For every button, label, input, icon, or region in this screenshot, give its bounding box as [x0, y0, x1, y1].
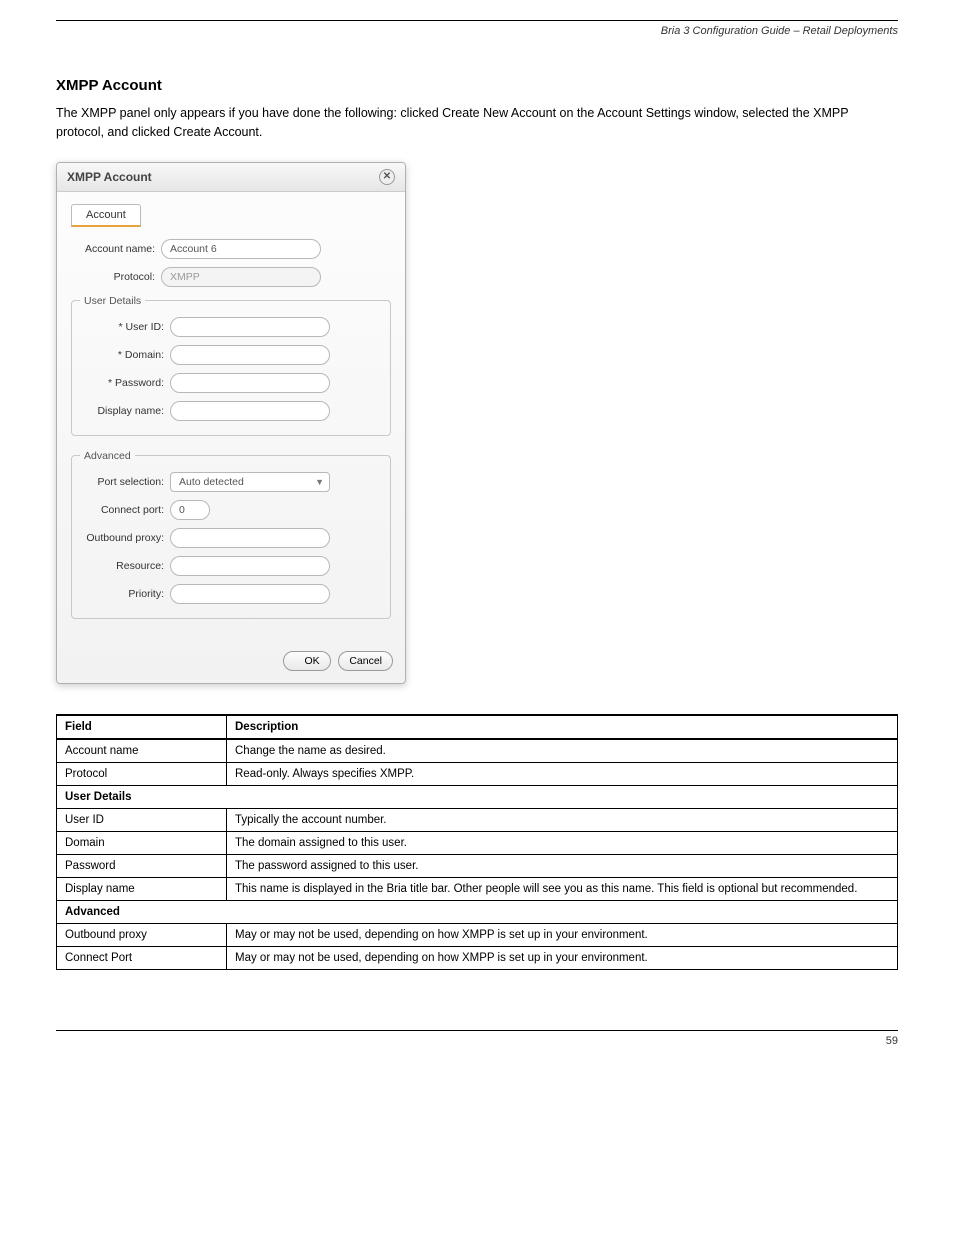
- table-row: Display name This name is displayed in t…: [57, 877, 898, 900]
- label-password: * Password:: [80, 377, 170, 389]
- cancel-button[interactable]: Cancel: [338, 651, 393, 671]
- port-selection-select[interactable]: ▼: [170, 472, 330, 492]
- user-details-legend: User Details: [80, 295, 145, 307]
- advanced-group: Advanced Port selection: ▼ Connect port:…: [71, 450, 391, 619]
- protocol-input: [161, 267, 321, 287]
- connect-port-input[interactable]: [170, 500, 210, 520]
- ok-button[interactable]: OK: [283, 651, 331, 671]
- table-row: Password The password assigned to this u…: [57, 854, 898, 877]
- outbound-proxy-input[interactable]: [170, 528, 330, 548]
- label-port-selection: Port selection:: [80, 476, 170, 488]
- account-name-input[interactable]: [161, 239, 321, 259]
- xmpp-account-dialog: XMPP Account ✕ Account Account name: Pro…: [56, 162, 406, 684]
- table-row: Protocol Read-only. Always specifies XMP…: [57, 762, 898, 785]
- section-heading: XMPP Account: [56, 77, 898, 94]
- label-outbound-proxy: Outbound proxy:: [80, 532, 170, 544]
- label-domain: * Domain:: [80, 349, 170, 361]
- user-id-input[interactable]: [170, 317, 330, 337]
- tab-account[interactable]: Account: [71, 204, 141, 227]
- label-protocol: Protocol:: [71, 271, 161, 283]
- page-number: 59: [886, 1035, 898, 1047]
- advanced-legend: Advanced: [80, 450, 135, 462]
- table-section-row: Advanced: [57, 900, 898, 923]
- running-header: Bria 3 Configuration Guide – Retail Depl…: [56, 25, 898, 37]
- th-description: Description: [227, 715, 898, 739]
- port-selection-value[interactable]: [170, 472, 330, 492]
- close-icon[interactable]: ✕: [379, 169, 395, 185]
- th-field: Field: [57, 715, 227, 739]
- table-row: Domain The domain assigned to this user.: [57, 831, 898, 854]
- resource-input[interactable]: [170, 556, 330, 576]
- domain-input[interactable]: [170, 345, 330, 365]
- label-resource: Resource:: [80, 560, 170, 572]
- table-row: Account name Change the name as desired.: [57, 739, 898, 763]
- table-row: User ID Typically the account number.: [57, 808, 898, 831]
- label-account-name: Account name:: [71, 243, 161, 255]
- table-row: Outbound proxy May or may not be used, d…: [57, 923, 898, 946]
- label-display-name: Display name:: [80, 405, 170, 417]
- label-priority: Priority:: [80, 588, 170, 600]
- section-paragraph: The XMPP panel only appears if you have …: [56, 104, 898, 142]
- user-details-group: User Details * User ID: * Domain: * Pass…: [71, 295, 391, 436]
- table-section-row: User Details: [57, 785, 898, 808]
- fields-table: Field Description Account name Change th…: [56, 714, 898, 970]
- label-connect-port: Connect port:: [80, 504, 170, 516]
- dialog-title: XMPP Account: [67, 170, 152, 184]
- display-name-input[interactable]: [170, 401, 330, 421]
- table-row: Connect Port May or may not be used, dep…: [57, 946, 898, 969]
- label-user-id: * User ID:: [80, 321, 170, 333]
- password-input[interactable]: [170, 373, 330, 393]
- priority-input[interactable]: [170, 584, 330, 604]
